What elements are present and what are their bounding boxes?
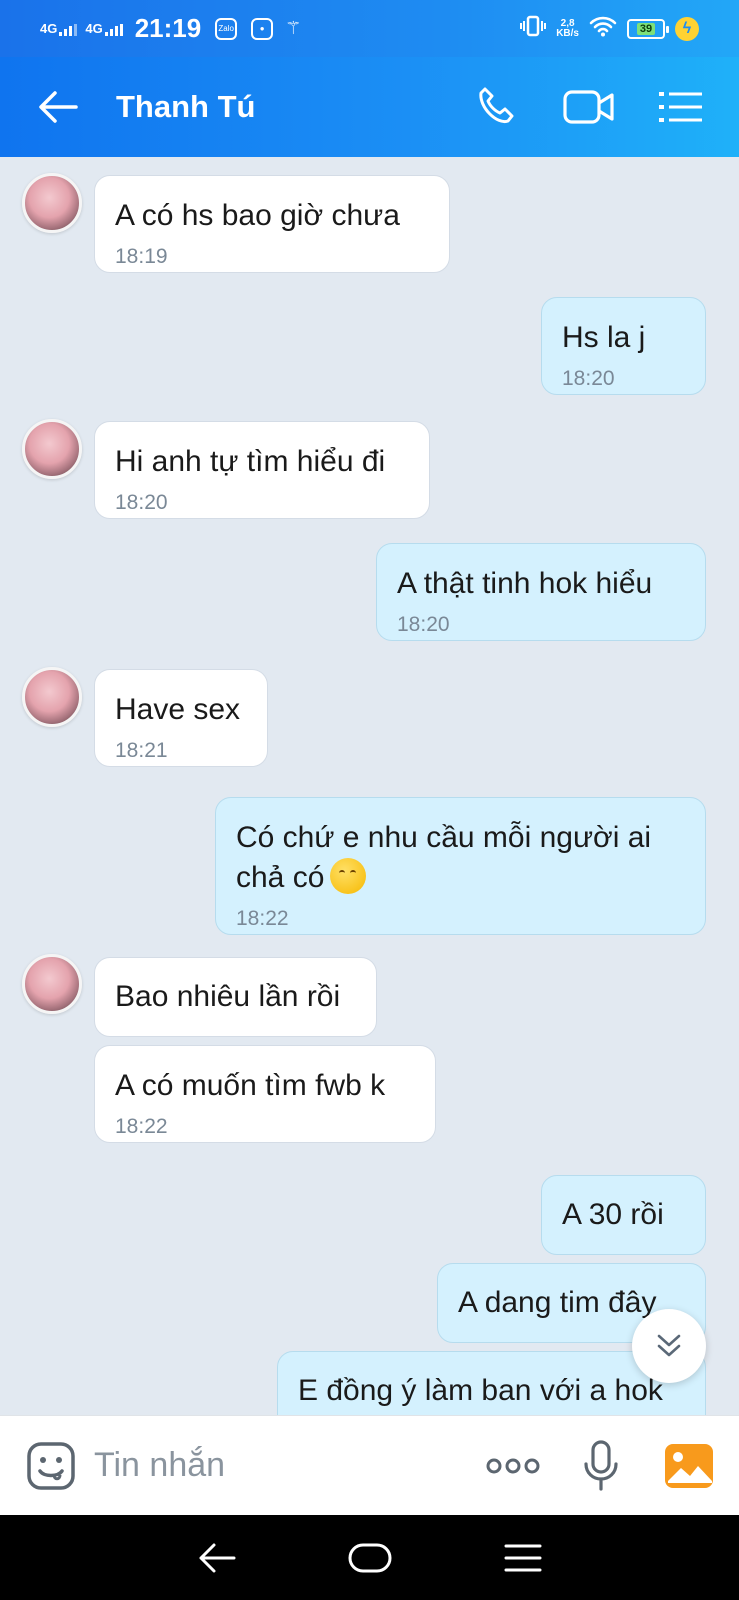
network-type-2: 4G [85, 21, 103, 36]
contact-avatar[interactable] [22, 667, 82, 727]
message-outgoing[interactable]: Có chứ e nhu cầu mỗi người ai chả có 18:… [215, 797, 706, 935]
vibrate-icon [520, 15, 547, 42]
message-text: Hi anh tự tìm hiểu đi [115, 445, 386, 478]
nav-home-button[interactable] [340, 1528, 400, 1588]
network-speed: 2,8 KB/s [556, 17, 579, 39]
vpn-icon: ⚚ [285, 18, 302, 38]
message-incoming[interactable]: Have sex 18:21 [94, 669, 268, 767]
message-time: 18:21 [115, 739, 168, 762]
nav-recents-button[interactable] [493, 1528, 553, 1588]
contact-name[interactable]: Thanh Tú [116, 89, 255, 125]
app-notification-icon: ● [251, 17, 274, 40]
more-options-icon [486, 1458, 540, 1473]
message-time: 18:22 [236, 907, 289, 930]
message-input[interactable] [94, 1446, 454, 1485]
status-left: 4G 4G 21:19 Zalo ● ⚚ [40, 13, 301, 44]
voice-message-button[interactable] [571, 1436, 631, 1496]
wifi-icon [589, 15, 617, 42]
video-camera-icon [563, 90, 614, 124]
speed-value: 2,8 [560, 17, 575, 29]
zalo-icon-label: Zalo [218, 24, 234, 33]
message-incoming[interactable]: Hi anh tự tìm hiểu đi 18:20 [94, 421, 430, 519]
message-text: A có hs bao giờ chưa [115, 199, 400, 232]
status-right: 2,8 KB/s 39 ϟ [520, 15, 699, 42]
message-incoming[interactable]: A có hs bao giờ chưa 18:19 [94, 175, 450, 273]
microphone-icon [584, 1439, 618, 1491]
scroll-to-bottom-button[interactable] [632, 1309, 706, 1383]
message-input-bar [0, 1415, 739, 1515]
message-text: A 30 rồi [562, 1198, 664, 1231]
message-outgoing[interactable]: A thật tinh hok hiểu 18:20 [376, 543, 706, 641]
message-time: 18:22 [115, 1115, 168, 1138]
emoji-sticker-button[interactable] [24, 1439, 78, 1493]
voice-call-button[interactable] [469, 79, 525, 135]
header-actions [469, 79, 709, 135]
zalo-notification-icon: Zalo [215, 17, 238, 40]
nav-home-icon [348, 1543, 391, 1572]
more-options-button[interactable] [483, 1436, 543, 1496]
network-indicator-2: 4G [85, 21, 123, 36]
message-list[interactable]: A có hs bao giờ chưa 18:19 Hs la j 18:20… [0, 157, 739, 1415]
message-text-line-2: chả có [236, 858, 685, 898]
message-time: 18:20 [562, 367, 615, 390]
message-incoming[interactable]: Bao nhiêu lần rồi [94, 957, 377, 1037]
charging-icon: ϟ [675, 16, 699, 41]
network-indicator-1: 4G [40, 21, 78, 36]
back-arrow-icon [39, 91, 78, 123]
message-outgoing[interactable]: A 30 rồi [541, 1175, 706, 1255]
contact-avatar[interactable] [22, 954, 82, 1014]
battery-icon: 39 [627, 18, 669, 39]
nav-back-icon [199, 1543, 235, 1572]
status-bar: 4G 4G 21:19 Zalo ● ⚚ 2,8 KB/s 39 ϟ [0, 0, 739, 57]
message-text-line-1: Có chứ e nhu cầu mỗi người ai [236, 821, 652, 854]
image-gallery-icon [665, 1443, 713, 1488]
system-navigation-bar [0, 1515, 739, 1600]
nav-menu-icon [504, 1544, 541, 1571]
message-outgoing[interactable]: Hs la j 18:20 [541, 297, 706, 395]
menu-list-icon [659, 92, 702, 122]
contact-avatar[interactable] [22, 173, 82, 233]
hand-over-mouth-emoji-icon [330, 858, 367, 895]
message-text: A có muốn tìm fwb k [115, 1069, 386, 1102]
message-time: 18:20 [115, 491, 168, 514]
input-actions [483, 1436, 719, 1496]
contact-avatar[interactable] [22, 419, 82, 479]
message-text: E đồng ý làm ban với a hok [298, 1374, 663, 1407]
back-button[interactable] [28, 77, 88, 137]
message-incoming[interactable]: A có muốn tìm fwb k 18:22 [94, 1045, 436, 1143]
image-picker-button[interactable] [659, 1436, 719, 1496]
message-text: Bao nhiêu lần rồi [115, 980, 341, 1013]
chat-options-button[interactable] [653, 79, 709, 135]
nav-back-button[interactable] [187, 1528, 247, 1588]
video-call-button[interactable] [561, 79, 617, 135]
network-type-1: 4G [40, 21, 58, 36]
message-time: 18:20 [397, 613, 450, 636]
battery-level: 39 [636, 22, 656, 35]
emoji-sticker-icon [27, 1441, 75, 1490]
phone-icon [479, 87, 514, 124]
chat-header: Thanh Tú [0, 57, 739, 157]
message-text: Hs la j [562, 321, 646, 354]
status-time: 21:19 [134, 13, 202, 43]
signal-bars-icon [59, 24, 78, 36]
signal-bars-icon [104, 24, 123, 36]
speed-unit: KB/s [556, 27, 579, 39]
double-chevron-down-icon [657, 1334, 681, 1357]
message-text: Have sex [115, 693, 241, 726]
message-time: 18:19 [115, 245, 168, 268]
message-text: A thật tinh hok hiểu [397, 567, 653, 600]
message-text-line-2-text: chả có [236, 861, 325, 894]
